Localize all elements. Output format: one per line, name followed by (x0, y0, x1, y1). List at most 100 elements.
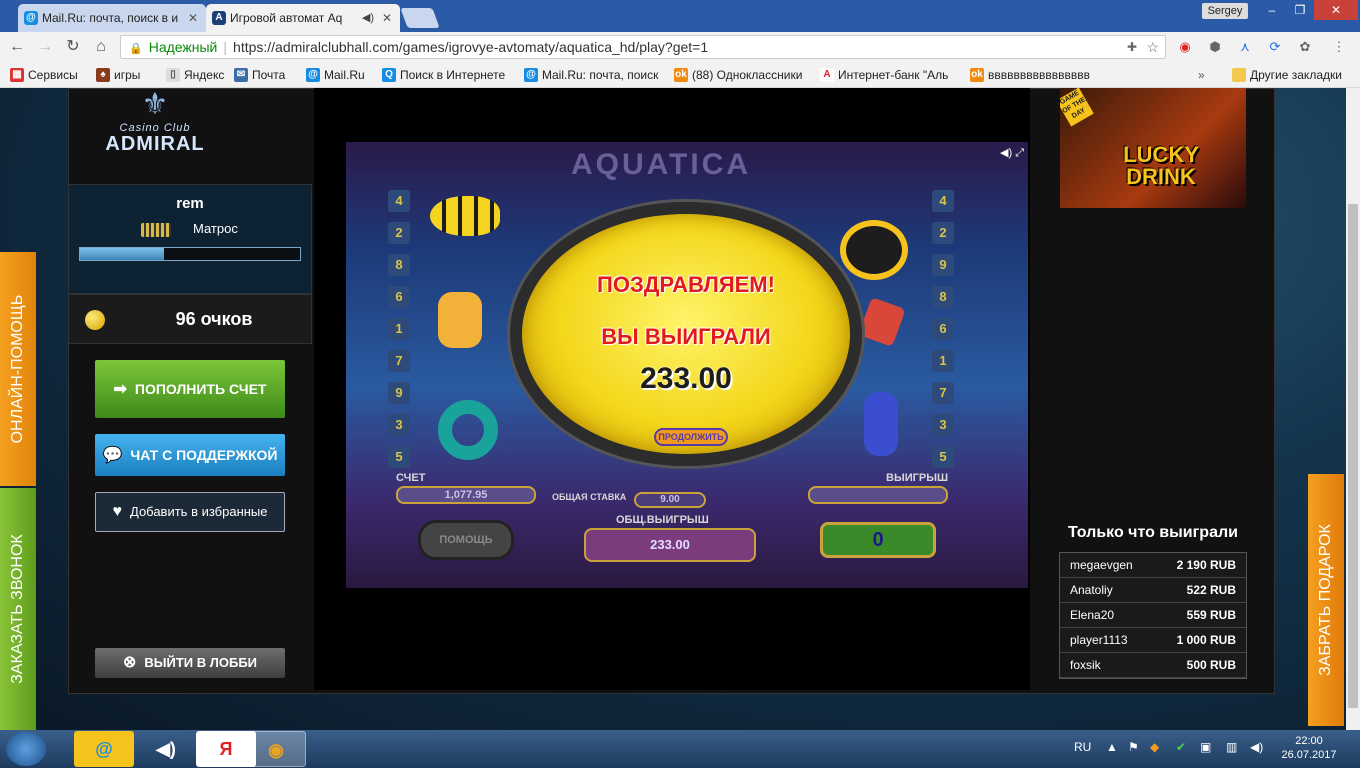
level-progress-fill (80, 248, 164, 260)
payline-number: 8 (388, 254, 410, 276)
help-button[interactable]: ПОМОЩЬ (418, 520, 514, 560)
recent-winners-title: Только что выиграли (1068, 524, 1238, 541)
letter-q-symbol (840, 220, 908, 280)
claim-gift-tab[interactable]: ЗАБРАТЬ ПОДАРОК (1308, 474, 1344, 726)
close-icon[interactable]: ✕ (188, 4, 198, 32)
bookmark-search[interactable]: Q Поиск в Интернете (382, 66, 505, 84)
start-button[interactable] (6, 732, 46, 766)
tab-game[interactable]: A Игровой автомат Aq ◀) ✕ (206, 4, 400, 32)
opera-extension-icon[interactable]: ◉ (1176, 38, 1194, 56)
deposit-button[interactable]: ➡ ПОПОЛНИТЬ СЧЕТ (95, 360, 285, 418)
back-arrow-icon[interactable]: ← (6, 36, 28, 58)
bookmark-games[interactable]: ♠ игры (96, 66, 140, 84)
winner-amount: 1 000 RUB (1176, 633, 1236, 647)
admiral-logo[interactable]: ⚜ Casino Club ADMIRAL (75, 88, 235, 174)
system-clock[interactable]: 22:00 26.07.2017 (1278, 734, 1340, 762)
bookmark-yandex[interactable]: ▯ Яндекс (166, 66, 224, 84)
audio-app-icon[interactable]: ◀) (136, 731, 196, 767)
avast-icon[interactable]: ◆ (1150, 740, 1159, 754)
payline-number: 8 (932, 286, 954, 308)
winner-amount: 559 RUB (1186, 608, 1236, 622)
congrats-text: ПОЗДРАВЛЯЕМ! (597, 272, 775, 297)
mailru-agent-icon[interactable]: @ (74, 731, 134, 767)
bookmark-ok-2[interactable]: ok вввввввввввввввв (970, 66, 1090, 84)
page-scrollbar[interactable] (1346, 88, 1360, 730)
maximize-button[interactable]: ❐ (1286, 0, 1314, 20)
win-popup: ПОЗДРАВЛЯЕМ! ВЫ ВЫИГРАЛИ 233.00 ПРОДОЛЖИ… (510, 202, 862, 466)
exit-lobby-button[interactable]: ⊗ ВЫЙТИ В ЛОББИ (95, 648, 285, 678)
username: rem (176, 195, 204, 212)
payline-number: 2 (932, 222, 954, 244)
continue-button[interactable]: ПРОДОЛЖИТЬ (654, 428, 728, 446)
online-help-tab[interactable]: ОНЛАЙН-ПОМОЩЬ (0, 252, 36, 486)
reload-icon[interactable]: ↻ (62, 36, 84, 58)
bet-label: ОБЩАЯ СТАВКА (552, 492, 627, 502)
fullscreen-icon[interactable]: ⤢ (1015, 147, 1024, 159)
bookmark-mail[interactable]: ✉ Почта (234, 66, 285, 84)
volume-icon[interactable]: ◀) (1250, 740, 1263, 754)
payline-number: 6 (388, 286, 410, 308)
mailru-favicon-icon: @ (24, 11, 38, 25)
payline-number: 4 (388, 190, 410, 212)
credit-label: СЧЕТ (396, 472, 426, 484)
rank-stripes-icon (141, 223, 171, 237)
tab-title: Игровой автомат Aq (230, 11, 343, 25)
sound-icon[interactable]: ◀) (1000, 147, 1012, 159)
bookmark-ok[interactable]: ok (88) Одноклассники (674, 66, 802, 84)
winner-name: megaevgen (1070, 558, 1133, 572)
scrollbar-thumb[interactable] (1348, 204, 1358, 708)
game-controls: ◀) ⤢ (1000, 146, 1024, 160)
chrome-icon[interactable]: ◉ (246, 731, 306, 767)
support-chat-button[interactable]: 💬 ЧАТ С ПОДДЕРЖКОЙ (95, 434, 285, 476)
recent-winners-table: megaevgen 2 190 RUB Anatoliy 522 RUB Elena20… (1059, 552, 1247, 679)
speaker-icon[interactable]: ◀) (362, 4, 374, 32)
menu-icon[interactable]: ⋮ (1330, 38, 1348, 56)
odnoklassniki-icon: ok (674, 68, 688, 82)
payline-number: 1 (932, 350, 954, 372)
puzzle-icon[interactable]: ✚ (1127, 36, 1137, 58)
close-icon[interactable]: ✕ (382, 4, 392, 32)
mailru-icon: @ (306, 68, 320, 82)
sync-extension-icon[interactable]: ⟳ (1266, 38, 1284, 56)
add-favorite-button[interactable]: ♥ Добавить в избранные (95, 492, 285, 532)
more-bookmarks-icon[interactable]: » (1198, 66, 1205, 84)
letter-a-symbol (438, 292, 482, 348)
bookmark-services[interactable]: ▦ Сервисы (10, 66, 78, 84)
page-icon: ▯ (166, 68, 180, 82)
language-indicator[interactable]: RU (1074, 740, 1091, 754)
tab-mailru[interactable]: @ Mail.Ru: почта, поиск в и ✕ (18, 4, 206, 32)
bookmark-alfabank[interactable]: A Интернет-банк "Аль (820, 66, 948, 84)
home-icon[interactable]: ⌂ (90, 36, 112, 58)
bookmark-star-icon[interactable]: ☆ (1146, 36, 1159, 58)
win-counter: 0 (820, 522, 936, 558)
request-call-tab[interactable]: ЗАКАЗАТЬ ЗВОНОК (0, 488, 36, 730)
fish-symbol (430, 196, 500, 236)
network-icon[interactable]: ▥ (1226, 740, 1237, 754)
minimize-button[interactable]: ‒ (1258, 0, 1286, 20)
payline-number: 9 (388, 382, 410, 404)
search-icon: Q (382, 68, 396, 82)
new-tab-button[interactable] (400, 8, 440, 28)
flag-icon[interactable]: ⚑ (1128, 740, 1139, 754)
acrobat-extension-icon[interactable]: ⋏ (1236, 38, 1254, 56)
credit-value: 1,077.95 (396, 486, 536, 504)
bookmark-mailru[interactable]: @ Mail.Ru (306, 66, 365, 84)
profile-button[interactable]: Sergey (1202, 3, 1248, 19)
heart-icon: ♥ (112, 503, 123, 520)
close-window-button[interactable]: ✕ (1314, 0, 1358, 20)
device-icon[interactable]: ▣ (1200, 740, 1211, 754)
alfabank-icon: A (820, 68, 834, 82)
tray-arrow-icon[interactable]: ▲ (1106, 740, 1118, 754)
shield-icon[interactable]: ✔ (1176, 740, 1186, 754)
points-panel: 96 очков (68, 294, 312, 344)
forward-arrow-icon[interactable]: → (34, 36, 56, 58)
other-bookmarks[interactable]: Другие закладки (1232, 66, 1342, 84)
vpn-extension-icon[interactable]: ⬢ (1206, 38, 1224, 56)
bookmark-mailru-search[interactable]: @ Mail.Ru: почта, поиск (524, 66, 658, 84)
arrow-right-icon: ➡ (113, 381, 127, 398)
url-input[interactable]: 🔒 Надежный | https://admiralclubhall.com/ga… (120, 35, 1166, 59)
slot-game-canvas[interactable]: AQUATICA ◀) ⤢ ПОЗДРАВЛЯЕМ! ВЫ ВЫИГРАЛИ 2… (346, 142, 1028, 588)
game-of-the-day-banner[interactable]: GAME OF THE DAY LUCKY DRINK (1060, 88, 1246, 208)
payline-number: 5 (932, 446, 954, 468)
adblock-extension-icon[interactable]: ✿ (1296, 38, 1314, 56)
